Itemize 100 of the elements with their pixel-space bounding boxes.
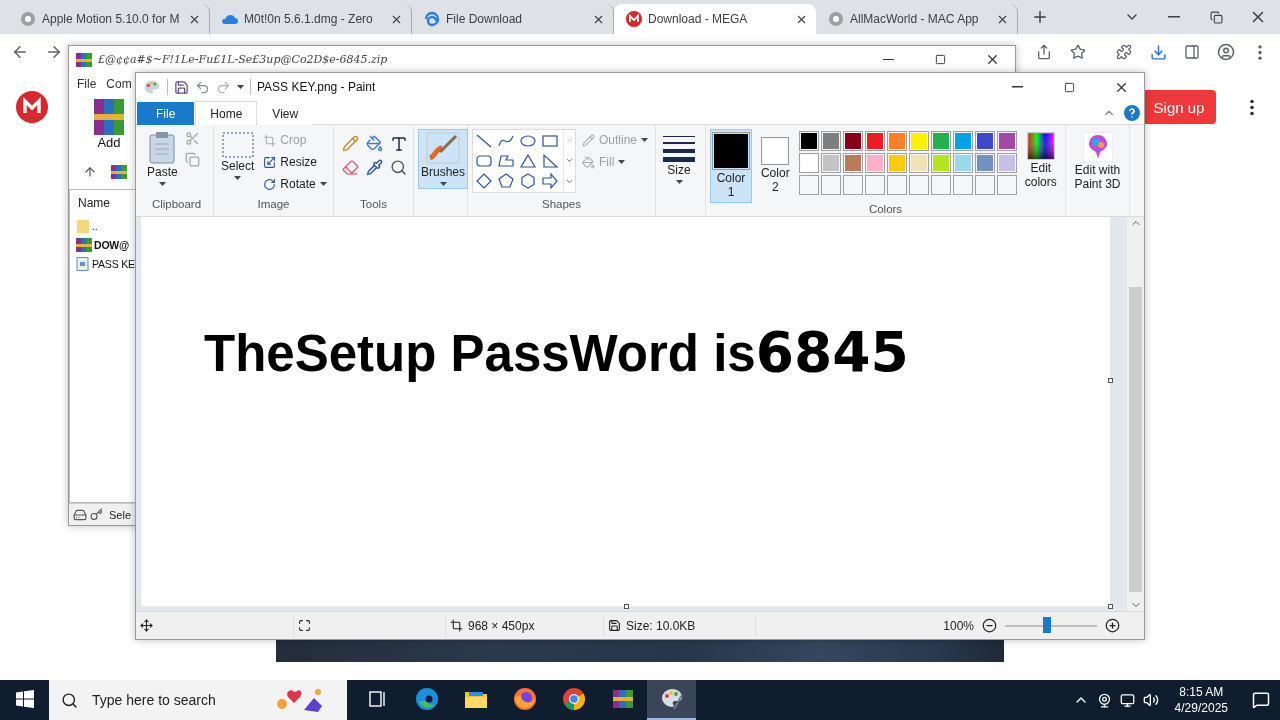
diamond-icon[interactable] <box>475 172 493 190</box>
palette-cell[interactable] <box>974 175 995 195</box>
minimize-icon <box>882 58 894 61</box>
column-header[interactable]: Name <box>70 190 110 216</box>
palette-icon <box>659 687 684 711</box>
palette-cell[interactable] <box>886 175 907 195</box>
color-button[interactable]: Color 1 <box>710 129 752 203</box>
folder-icon <box>463 689 488 709</box>
resize-handle[interactable] <box>1108 604 1113 609</box>
task-view-icon <box>367 689 388 709</box>
eraser-icon[interactable] <box>342 159 359 176</box>
search-bar[interactable]: Type here to search <box>49 680 347 720</box>
group-label: Colors <box>867 202 904 216</box>
scroll-thumb[interactable] <box>1129 287 1142 592</box>
palette-cell[interactable] <box>842 175 863 195</box>
edit-colors-button[interactable]: Edit colors <box>1020 129 1061 193</box>
browser-tab[interactable]: Download - MEGA <box>614 4 816 34</box>
rotate-button[interactable]: Rotate <box>261 173 329 195</box>
group-label: Shapes <box>541 198 582 212</box>
network-icon[interactable] <box>1119 692 1135 708</box>
zoom-slider[interactable] <box>1043 616 1052 633</box>
palette-cell[interactable] <box>798 175 819 195</box>
kebab-icon <box>1250 98 1254 116</box>
color-picker-icon[interactable] <box>366 159 383 176</box>
search-field[interactable]: Type here to search <box>90 691 260 709</box>
brushes-button[interactable]: Brushes <box>418 129 469 189</box>
palette-icon <box>143 79 161 95</box>
minimize-icon <box>1011 86 1023 88</box>
resize-handle[interactable] <box>623 604 629 609</box>
arrow-icon[interactable] <box>541 172 559 190</box>
add-button[interactable]: Add <box>89 99 129 157</box>
globe-icon <box>828 11 844 27</box>
forward-arrow-icon <box>45 43 63 61</box>
pentagon-icon[interactable] <box>497 172 515 190</box>
palette-cell[interactable] <box>908 175 929 195</box>
help-icon[interactable] <box>1124 104 1140 121</box>
menu-item[interactable]: File <box>77 77 97 91</box>
group-label: Clipboard <box>150 198 203 212</box>
pencil-icon[interactable] <box>342 135 359 152</box>
palette-cell[interactable] <box>952 175 973 195</box>
palette-cell[interactable] <box>930 175 951 195</box>
minimize-icon <box>1168 16 1180 18</box>
side-panel-icon <box>1184 44 1200 60</box>
line-icon[interactable] <box>475 132 493 150</box>
swirl-icon <box>424 11 440 27</box>
caret-icon <box>618 160 626 164</box>
caret-icon <box>675 179 683 184</box>
brush-icon <box>426 132 460 164</box>
fill-bucket-icon[interactable] <box>366 135 383 152</box>
paint-3d-button[interactable]: Edit with Paint 3D <box>1070 129 1125 195</box>
restore-icon <box>1209 10 1223 24</box>
polygon-icon[interactable] <box>497 152 515 170</box>
dashed-rectangle-icon <box>221 132 254 158</box>
undo-icon[interactable] <box>195 79 210 95</box>
zoom-out-button[interactable] <box>982 618 997 633</box>
folder-icon <box>76 218 90 233</box>
oval-icon[interactable] <box>519 132 537 150</box>
palette-cell[interactable] <box>996 175 1017 195</box>
volume-icon[interactable] <box>1142 692 1159 708</box>
scrollbar[interactable] <box>1127 217 1144 611</box>
file-name[interactable]: DOW@ <box>94 238 130 251</box>
text-icon[interactable] <box>390 135 408 153</box>
books-icon <box>610 687 635 711</box>
right-triangle-icon[interactable] <box>541 152 559 170</box>
dimensions-icon <box>450 619 463 632</box>
maximize-icon <box>934 54 946 65</box>
download-icon <box>1149 43 1167 61</box>
ribbon-tab[interactable]: File <box>136 101 196 125</box>
palette-cell[interactable] <box>820 175 841 195</box>
zoom-level: 100% <box>943 618 974 633</box>
webcam-icon[interactable] <box>1096 692 1112 708</box>
canvas-number: 6845 <box>755 325 909 380</box>
palette-cell[interactable] <box>864 175 885 195</box>
clock[interactable]: 8:15 AM 4/29/2025 <box>1166 683 1236 717</box>
kebab-icon <box>1258 44 1262 60</box>
resize-handle[interactable] <box>1108 378 1113 384</box>
size-button[interactable]: Size <box>660 129 698 187</box>
paste-button[interactable]: Paste <box>144 129 181 189</box>
triangle-icon[interactable] <box>519 152 537 170</box>
notifications-icon[interactable] <box>1252 691 1270 709</box>
up-button[interactable] <box>83 165 97 179</box>
magnifier-icon[interactable] <box>390 159 407 176</box>
ribbon-tab[interactable]: Home <box>195 101 258 125</box>
color-button[interactable]: Color 2 <box>756 129 795 198</box>
select-button[interactable]: Select <box>218 129 258 183</box>
sign-up-button[interactable]: Sign up <box>1142 90 1216 124</box>
pencil-icon <box>582 133 595 147</box>
resize-button[interactable]: Resize <box>261 151 329 173</box>
zoom-in-button[interactable] <box>1105 618 1120 633</box>
menu-item[interactable]: Com <box>106 77 132 91</box>
file-name[interactable]: .. <box>92 219 98 232</box>
file-name[interactable]: PASS KE <box>92 257 135 270</box>
archive-icon <box>111 165 127 179</box>
window-title: £@¢¢a#$~F!1Le-Fu£1L-Se£3up@Co2D$e-6845.zip <box>98 53 388 66</box>
hexagon-icon[interactable] <box>519 172 537 190</box>
taskbar-app[interactable] <box>647 680 696 720</box>
resize-icon <box>263 155 277 169</box>
save-icon[interactable] <box>174 79 189 95</box>
rounded-rectangle-icon[interactable] <box>475 152 493 170</box>
rectangle-icon[interactable] <box>541 132 559 150</box>
